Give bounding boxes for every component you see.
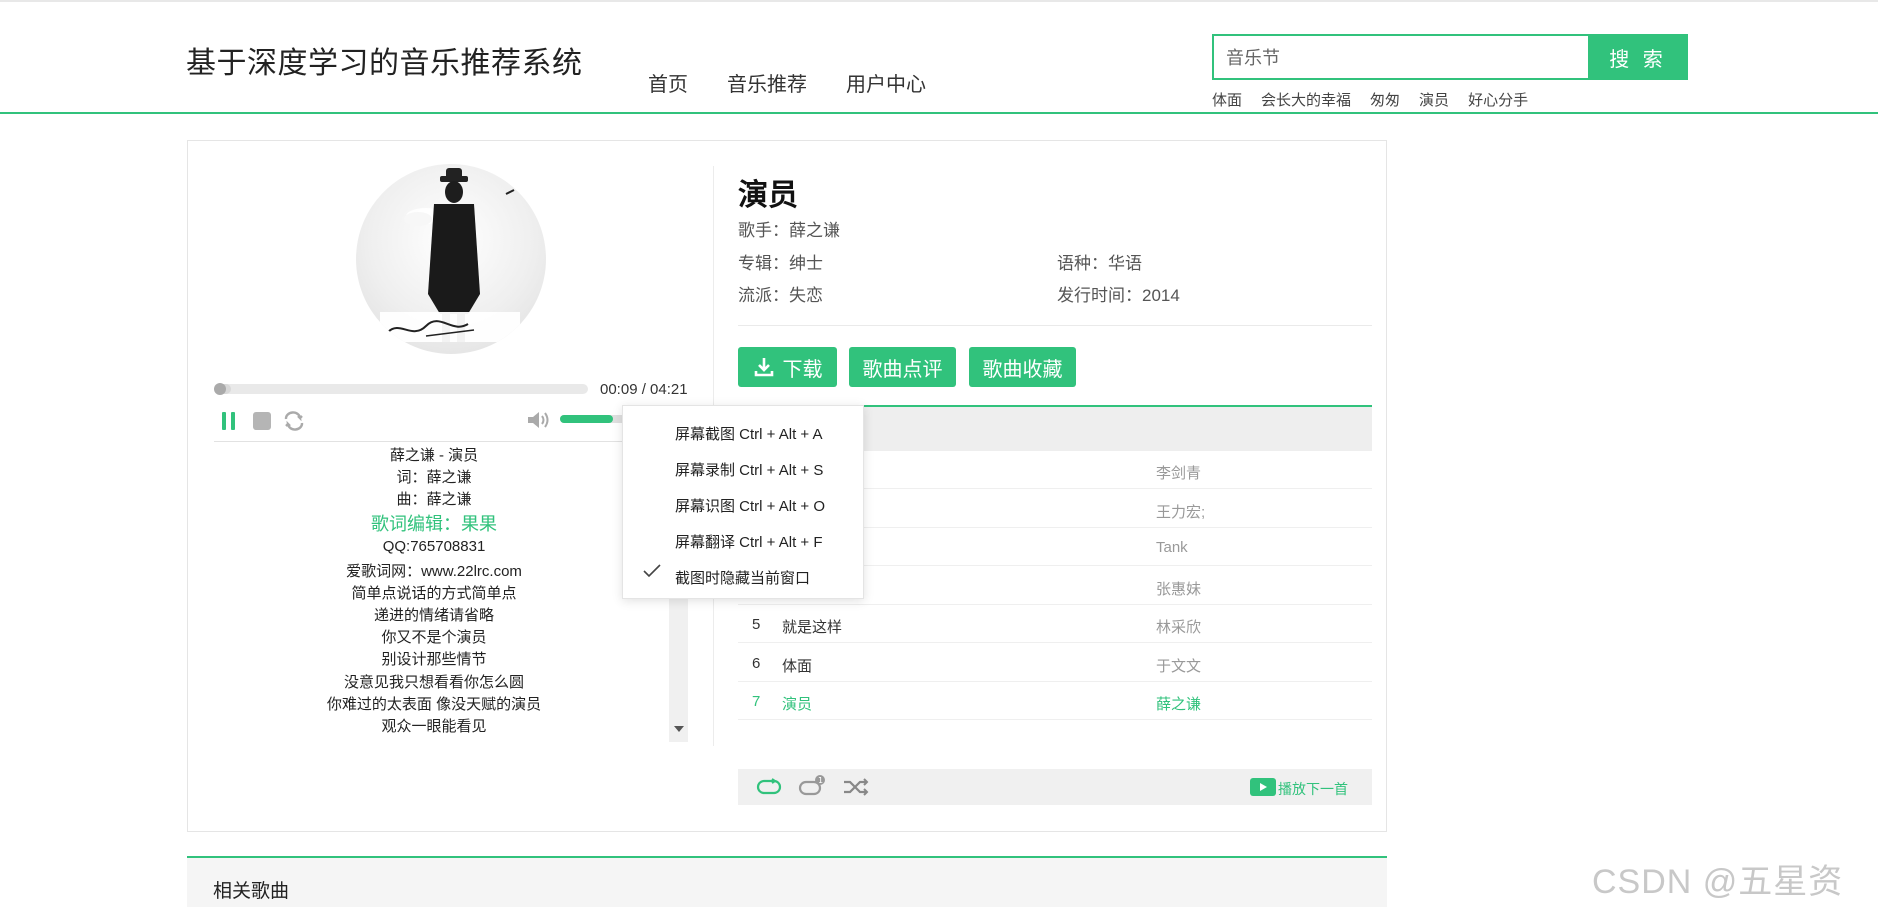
menu-item-hide-window[interactable]: 截图时隐藏当前窗口 <box>675 567 810 588</box>
lyric-line: 简单点说话的方式简单点 <box>351 585 517 602</box>
pause-icon[interactable] <box>220 411 238 436</box>
lyric-line: 词：薛之谦 <box>396 469 472 486</box>
playlist-row-artist: 于文文 <box>1156 657 1202 675</box>
album-info: 专辑：绅士 <box>738 249 823 274</box>
info-divider <box>738 325 1372 326</box>
context-menu: 屏幕截图 Ctrl + Alt + A 屏幕录制 Ctrl + Alt + S … <box>622 405 864 599</box>
volume-fill <box>560 415 613 423</box>
comment-button[interactable]: 歌曲点评 <box>849 347 956 387</box>
nav-music-recommend[interactable]: 音乐推荐 <box>727 68 807 97</box>
genre-label: 流派： <box>738 286 789 305</box>
playlist-row-name: 演员 <box>782 696 813 713</box>
lyric-line: 你难过的太表面 像没天赋的演员 <box>326 696 542 713</box>
playlist-row-name: 体面 <box>782 657 813 675</box>
download-icon <box>754 358 773 377</box>
album-label: 专辑： <box>738 254 789 273</box>
playlist-row-artist: 林采欣 <box>1156 619 1202 636</box>
search-box: 搜 索 <box>1212 34 1688 80</box>
loop-one-icon[interactable]: 1 <box>798 774 826 803</box>
volume-slider[interactable] <box>560 415 630 423</box>
search-button[interactable]: 搜 索 <box>1588 34 1688 80</box>
lyric-line: 爱歌词网：www.22lrc.com <box>346 563 522 580</box>
watermark: CSDN @五星资源 <box>1592 863 1844 901</box>
menu-item-screenshot[interactable]: 屏幕截图 Ctrl + Alt + A <box>675 423 823 444</box>
release-label: 发行时间： <box>1057 286 1142 305</box>
playlist-row[interactable]: 7 演员 薛之谦 <box>738 682 1372 720</box>
lyric-line: 薛之谦 - 演员 <box>389 447 479 464</box>
genre-info: 流派：失恋 <box>738 281 823 306</box>
lyric-line: 没意见我只想看看你怎么圆 <box>343 674 524 691</box>
lyric-line: 歌词编辑：果果 <box>371 514 497 534</box>
lyrics-panel: 薛之谦 - 演员 词：薛之谦曲：薛之谦歌词编辑：果果 QQ:765708831 爱歌词… <box>214 442 690 742</box>
language-value: 华语 <box>1108 254 1142 273</box>
hot-word[interactable]: 好心分手 <box>1468 89 1528 110</box>
stop-icon[interactable] <box>252 411 272 436</box>
svg-text:1: 1 <box>818 776 823 785</box>
singer-info: 歌手：薛之谦 <box>738 216 840 241</box>
download-label: 下载 <box>782 358 823 381</box>
singer-label: 歌手： <box>738 221 789 240</box>
playlist-row-artist: 李剑青 <box>1156 465 1202 482</box>
lyric-line: QQ:765708831 <box>382 538 486 555</box>
hot-search-words: 体面 会长大的幸福 匆匆 演员 好心分手 <box>1212 89 1547 110</box>
checkmark-icon <box>643 564 661 583</box>
favorite-button[interactable]: 歌曲收藏 <box>969 347 1076 387</box>
language-label: 语种： <box>1057 254 1108 273</box>
menu-item-screen-record[interactable]: 屏幕录制 Ctrl + Alt + S <box>675 459 823 480</box>
playlist-row-num: 6 <box>752 654 761 672</box>
loop-all-icon[interactable] <box>756 777 782 802</box>
lyric-line: 曲：薛之谦 <box>396 491 472 508</box>
site-title: 基于深度学习的音乐推荐系统 <box>186 47 583 80</box>
play-next-icon[interactable] <box>1250 778 1276 801</box>
loop-icon[interactable] <box>282 410 306 437</box>
playlist-row[interactable]: 5 就是这样 林采欣 <box>738 605 1372 643</box>
hot-word[interactable]: 会长大的幸福 <box>1261 89 1351 110</box>
volume-icon[interactable] <box>526 409 552 436</box>
playlist-row-artist: 薛之谦 <box>1156 696 1202 713</box>
progress-handle[interactable] <box>214 383 226 395</box>
album-value: 绅士 <box>789 254 823 273</box>
album-cover <box>356 164 546 354</box>
lyric-line: 递进的情绪请省略 <box>373 607 494 624</box>
playlist-row-artist: Tank <box>1156 539 1188 556</box>
progress-bar[interactable] <box>218 384 588 394</box>
menu-item-screen-translate[interactable]: 屏幕翻译 Ctrl + Alt + F <box>675 531 823 552</box>
lyric-line: 你又不是个演员 <box>381 629 487 646</box>
main-nav: 首页 音乐推荐 用户中心 <box>648 68 965 97</box>
download-button[interactable]: 下载 <box>738 347 837 387</box>
hot-word[interactable]: 体面 <box>1212 89 1242 110</box>
play-next-label[interactable]: 播放下一首 <box>1278 779 1348 799</box>
lyric-line: 观众一眼能看见 <box>381 718 487 735</box>
singer-value: 薛之谦 <box>789 221 840 240</box>
search-input[interactable] <box>1212 34 1588 80</box>
playlist-row-num: 7 <box>752 693 761 710</box>
song-title: 演员 <box>738 179 798 212</box>
playlist-controls: 1 播放下一首 <box>738 769 1372 805</box>
nav-home[interactable]: 首页 <box>648 68 688 97</box>
playlist-row-num: 5 <box>752 616 761 633</box>
genre-value: 失恋 <box>789 286 823 305</box>
nav-user-center[interactable]: 用户中心 <box>846 68 926 97</box>
related-songs-section: 相关歌曲 <box>187 856 1387 907</box>
hot-word[interactable]: 演员 <box>1419 89 1449 110</box>
playlist-row-artist: 王力宏; <box>1156 503 1206 521</box>
menu-item-screen-ocr[interactable]: 屏幕识图 Ctrl + Alt + O <box>675 495 825 516</box>
scroll-down-icon[interactable] <box>674 726 684 732</box>
shuffle-icon[interactable] <box>842 777 870 802</box>
site-header: 基于深度学习的音乐推荐系统 首页 音乐推荐 用户中心 搜 索 体面 会长大的幸福… <box>0 2 1878 114</box>
playlist-row-artist: 张惠妹 <box>1156 580 1202 598</box>
related-songs-title: 相关歌曲 <box>213 881 290 902</box>
release-value: 2014 <box>1142 286 1180 305</box>
hot-word[interactable]: 匆匆 <box>1370 89 1400 110</box>
language-info: 语种：华语 <box>1057 249 1142 274</box>
lyric-line: 别设计那些情节 <box>381 651 487 668</box>
playlist-row-name: 就是这样 <box>782 619 843 636</box>
time-display: 00:09 / 04:21 <box>600 381 688 398</box>
release-info: 发行时间：2014 <box>1057 281 1180 306</box>
playlist-row[interactable]: 6 体面 于文文 <box>738 644 1372 682</box>
album-art-icon <box>380 168 520 342</box>
